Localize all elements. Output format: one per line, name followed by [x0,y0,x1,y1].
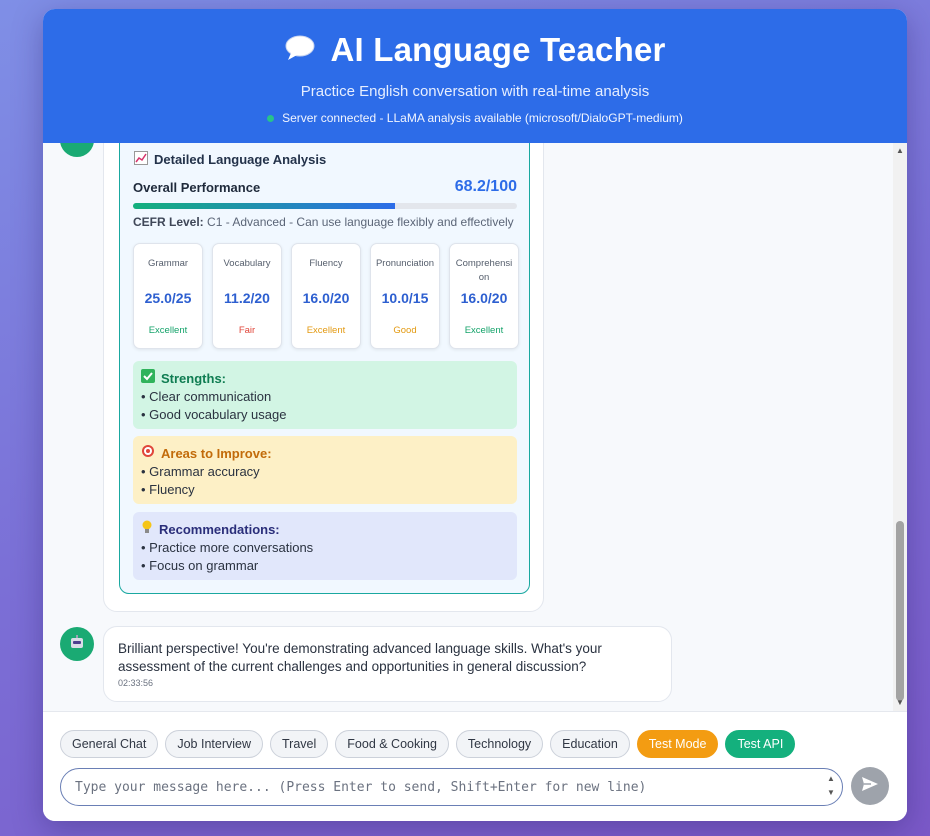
cefr-label: CEFR Level: [133,215,204,229]
improve-header: Areas to Improve: [141,444,509,463]
improve-box: Areas to Improve: • Grammar accuracy • F… [133,436,517,504]
metric-score: 25.0/25 [144,290,192,306]
topic-general-chat[interactable]: General Chat [60,730,159,758]
strengths-box: Strengths: • Clear communication • Good … [133,361,517,429]
recommendations-header: Recommendations: [141,520,509,539]
server-status: Server connected - LLaMA analysis availa… [43,111,907,125]
title-row: AI Language Teacher [43,31,907,69]
overall-performance-label: Overall Performance [133,180,261,195]
metric-rating: Good [393,325,417,336]
metric-card-fluency: Fluency 16.0/20 Excellent [291,243,361,349]
analysis-title-text: Detailed Language Analysis [154,152,327,167]
app-subtitle: Practice English conversation with real-… [300,83,650,100]
topic-food-cooking[interactable]: Food & Cooking [335,730,449,758]
bot-message-text: Brilliant perspective! You're demonstrat… [118,641,602,674]
improve-item: • Fluency [141,482,195,497]
topic-chips: General Chat Job Interview Travel Food &… [60,730,796,758]
message-input[interactable] [75,769,815,805]
send-icon [861,776,879,797]
lightbulb-icon [141,520,153,539]
overall-progress-bar [133,203,517,209]
chart-icon [134,151,148,168]
metric-rating: Excellent [464,325,504,336]
scroll-down-arrow-icon[interactable]: ▼ [895,698,905,708]
metric-name: Vocabulary [223,258,271,269]
topic-travel[interactable]: Travel [270,730,329,758]
test-mode-button[interactable]: Test Mode [636,730,719,758]
analysis-message-bubble: Detailed Language Analysis Overall Perfo… [103,143,544,612]
metric-name: Grammar [147,258,189,269]
metric-rating: Fair [238,325,256,336]
input-scroll-arrows[interactable]: ▲ ▼ [826,772,836,804]
metric-rating: Excellent [306,325,346,336]
metric-cards: Grammar 25.0/25 Excellent Vocabulary 11.… [133,243,519,349]
scroll-up-arrow-icon[interactable]: ▲ [895,146,905,156]
metric-card-vocabulary: Vocabulary 11.2/20 Fair [212,243,282,349]
cefr-value: C1 - Advanced - Can use language flexibl… [207,215,514,229]
recommendations-title: Recommendations: [159,521,280,537]
check-icon [141,369,155,388]
status-dot-icon [267,114,275,122]
recommendation-item: • Focus on grammar [141,558,259,573]
speech-bubble-icon [284,34,316,67]
bot-message-bubble: Brilliant perspective! You're demonstrat… [103,626,672,702]
bot-avatar [60,143,94,157]
metric-name: Comprehension [455,258,513,283]
metric-card-pronunciation: Pronunciation 10.0/15 Good [370,243,440,349]
scrollbar-thumb[interactable] [896,521,904,701]
analysis-card: Detailed Language Analysis Overall Perfo… [119,143,530,594]
message-timestamp: 02:33:56 [118,678,154,688]
improve-title: Areas to Improve: [161,445,272,461]
cefr-level: CEFR Level: C1 - Advanced - Can use lang… [133,215,514,229]
metric-rating: Excellent [148,325,188,336]
strength-item: • Clear communication [141,389,272,404]
app-title: AI Language Teacher [330,31,666,68]
metric-score: 11.2/20 [224,290,270,306]
recommendation-item: • Practice more conversations [141,540,314,555]
overall-progress-fill [133,203,395,209]
metric-name: Pronunciation [375,258,435,269]
metric-score: 16.0/20 [460,290,508,306]
input-panel: General Chat Job Interview Travel Food &… [43,711,907,821]
metric-card-grammar: Grammar 25.0/25 Excellent [133,243,203,349]
header: AI Language Teacher Practice English con… [43,9,907,143]
metric-card-comprehension: Comprehension 16.0/20 Excellent [449,243,519,349]
analysis-title: Detailed Language Analysis [134,151,326,168]
metric-score: 16.0/20 [302,290,350,306]
topic-job-interview[interactable]: Job Interview [165,730,264,758]
bot-avatar [60,627,94,661]
strengths-title: Strengths: [161,370,226,386]
chat-scrollbar[interactable]: ▲ ▼ [893,143,907,711]
topic-technology[interactable]: Technology [455,730,544,758]
chat-area[interactable]: Detailed Language Analysis Overall Perfo… [43,143,907,711]
strength-item: • Good vocabulary usage [141,407,287,422]
app-window: AI Language Teacher Practice English con… [43,9,907,821]
improve-item: • Grammar accuracy [141,464,260,479]
topic-education[interactable]: Education [550,730,630,758]
message-input-wrapper: ▲▼ [60,768,843,806]
metric-score: 10.0/15 [381,290,429,306]
recommendations-box: Recommendations: • Practice more convers… [133,512,517,580]
server-status-text: Server connected - LLaMA analysis availa… [282,111,683,125]
metric-name: Fluency [309,258,343,269]
overall-performance-score: 68.2/100 [454,178,517,195]
test-api-button[interactable]: Test API [725,730,796,758]
target-icon [141,444,155,463]
robot-icon [69,634,85,655]
strengths-header: Strengths: [141,369,509,388]
send-button[interactable] [851,767,889,805]
